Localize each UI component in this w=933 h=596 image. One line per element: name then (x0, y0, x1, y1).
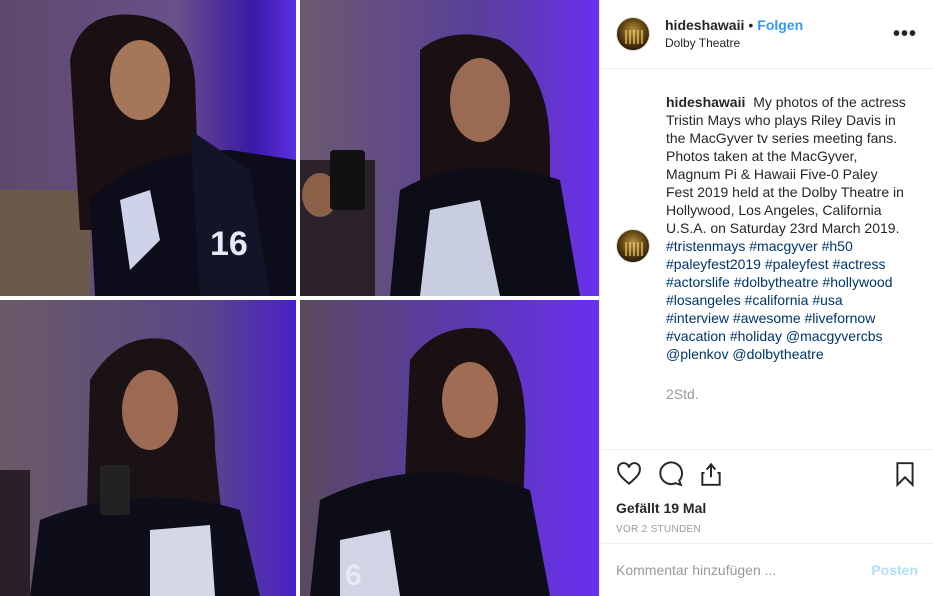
caption-area: hideshawaii My photos of the actress Tri… (600, 69, 933, 448)
separator-dot: • (748, 17, 754, 33)
svg-text:6: 6 (345, 559, 362, 592)
add-comment-bar: Posten (600, 543, 933, 596)
username-link[interactable]: hideshawaii (665, 16, 744, 34)
post-comment-button[interactable]: Posten (871, 562, 918, 578)
post-photo-collage[interactable]: 16 6 (0, 0, 599, 596)
photo-tile-4: 6 (300, 300, 599, 596)
follow-button[interactable]: Folgen (757, 16, 803, 34)
post-timestamp: VOR 2 STUNDEN (616, 524, 702, 535)
comment-icon[interactable] (657, 461, 683, 487)
caption-avatar[interactable] (616, 229, 650, 263)
avatar[interactable] (616, 17, 650, 51)
photo-tile-1: 16 (0, 0, 296, 296)
caption-username-link[interactable]: hideshawaii (666, 94, 745, 110)
post-header: hideshawaii • Folgen Dolby Theatre ••• (600, 0, 933, 69)
location-link[interactable]: Dolby Theatre (665, 34, 803, 52)
post-side-panel: hideshawaii • Folgen Dolby Theatre ••• h… (599, 0, 933, 596)
action-icons (616, 460, 918, 488)
photo-tile-3 (0, 300, 296, 596)
heart-icon[interactable] (616, 461, 642, 487)
share-icon[interactable] (698, 461, 724, 487)
caption-hashtags[interactable]: #tristenmays #macgyver #h50 #paleyfest20… (666, 238, 892, 362)
post-actions: Gefällt 19 Mal VOR 2 STUNDEN (600, 449, 933, 535)
bookmark-icon[interactable] (892, 461, 918, 487)
comment-input[interactable] (616, 562, 872, 578)
caption: hideshawaii My photos of the actress Tri… (666, 93, 906, 448)
photo-tile-2 (300, 0, 599, 296)
caption-time: 2Std. (666, 386, 699, 402)
more-options-icon[interactable]: ••• (893, 23, 917, 46)
likes-count[interactable]: Gefällt 19 Mal (616, 500, 918, 516)
svg-text:16: 16 (210, 225, 248, 263)
header-line: hideshawaii • Folgen (665, 16, 803, 34)
header-text: hideshawaii • Folgen Dolby Theatre (665, 16, 803, 52)
caption-text: My photos of the actress Tristin Mays wh… (666, 94, 906, 236)
